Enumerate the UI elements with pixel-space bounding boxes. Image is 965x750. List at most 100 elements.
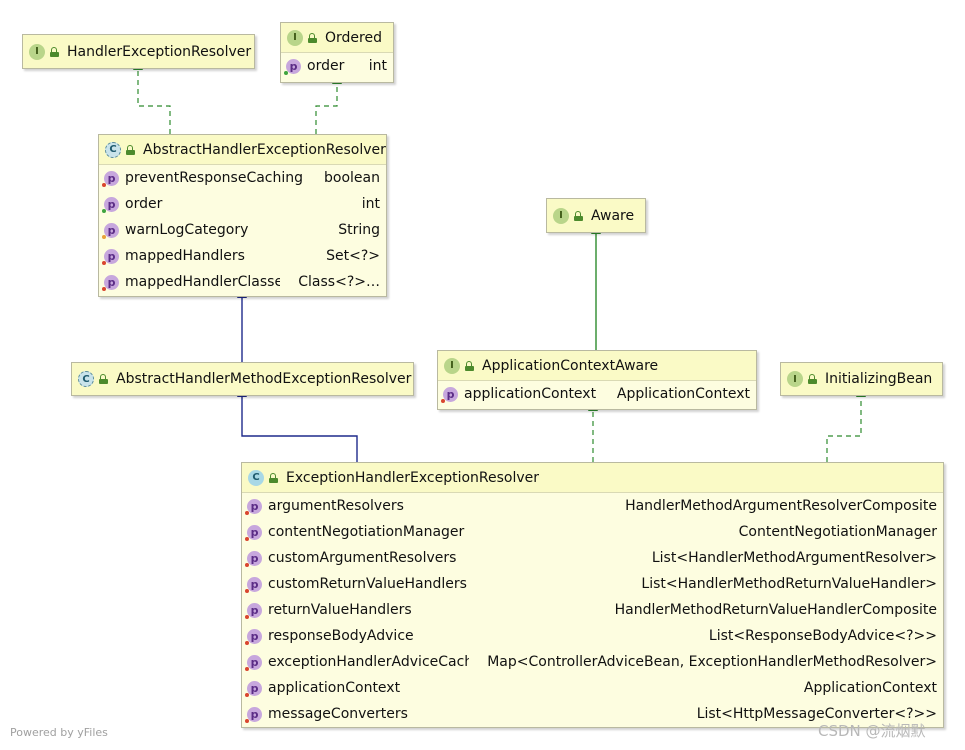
field-row[interactable]: p applicationContext ApplicationContext [438,381,756,407]
node-aware[interactable]: I Aware [546,198,646,233]
edge-implements-initializing-bean [826,387,866,462]
field-row[interactable]: p preventResponseCaching boolean [99,165,386,191]
property-icon: p [102,274,119,291]
field-row[interactable]: p customArgumentResolvers List<HandlerMeth… [242,545,943,571]
field-list: p applicationContext ApplicationContext [438,381,756,407]
field-row[interactable]: p mappedHandlerClasses Class<?>… [99,269,386,295]
node-header: I Aware [547,199,645,232]
lock-icon [269,472,278,483]
lock-icon [126,144,135,155]
field-row[interactable]: p contentNegotiationManager ContentNegotia… [242,519,943,545]
field-row[interactable]: p returnValueHandlers HandlerMethodReturnV… [242,597,943,623]
field-name: order [125,196,163,212]
node-abstract-handler-method-exception-resolver[interactable]: C AbstractHandlerMethodExceptionResolver [71,362,414,396]
property-icon: p [245,576,262,593]
field-name: order [307,58,345,74]
class-name: ExceptionHandlerExceptionResolver [286,469,540,486]
class-name: HandlerExceptionResolver [67,43,252,60]
visibility-private-icon [245,666,249,671]
interface-icon: I [29,43,45,60]
class-name: AbstractHandlerMethodExceptionResolver [116,371,412,387]
field-name: preventResponseCaching [125,170,304,186]
lock-icon [308,32,317,43]
field-type: HandlerMethodReturnValueHandlerComposite [614,602,937,618]
field-row[interactable]: p exceptionHandlerAdviceCache Map<Controll… [242,649,943,675]
property-icon: p [441,386,458,403]
node-initializing-bean[interactable]: I InitializingBean [780,362,943,396]
visibility-private-icon [245,692,249,697]
node-abstract-handler-exception-resolver[interactable]: C AbstractHandlerExceptionResolver p prev… [98,134,387,297]
visibility-private-icon [245,614,249,619]
field-name: customArgumentResolvers [268,550,457,566]
field-type: Set<?> [326,248,380,264]
property-icon: p [245,680,262,697]
field-type: ContentNegotiationManager [738,524,937,540]
field-list: p preventResponseCaching boolean p order int p… [99,165,386,295]
lock-icon [50,46,59,57]
lock-icon [465,360,474,371]
field-type: ApplicationContext [616,386,750,402]
field-row[interactable]: p order int [99,191,386,217]
field-name: responseBodyAdvice [268,628,414,644]
node-header: I HandlerExceptionResolver [23,35,254,68]
field-type: Map<ControllerAdviceBean, ExceptionHandl… [487,654,937,670]
node-header: I InitializingBean [781,363,942,395]
field-type: int [361,196,380,212]
edge-implements-handler-exception-resolver [133,60,171,134]
property-icon: p [102,248,119,265]
field-row[interactable]: p responseBodyAdvice List<ResponseBodyAdvi… [242,623,943,649]
field-name: customReturnValueHandlers [268,576,467,592]
class-name: ApplicationContextAware [482,357,659,374]
property-icon: p [102,196,119,213]
property-icon: p [245,602,262,619]
field-row[interactable]: p applicationContext ApplicationContext [242,675,943,701]
edge-extends-abstract-handler-method-exception-resolver [237,387,358,462]
visibility-private-icon [102,182,106,187]
field-type: String [338,222,380,238]
field-list: p order int [281,53,393,79]
visibility-public-icon [102,208,106,213]
abstract-class-icon: C [78,371,94,387]
csdn-watermark: CSDN @流烟默 [818,722,926,740]
interface-icon: I [787,371,803,387]
field-name: applicationContext [268,680,401,696]
class-name: Ordered [325,29,382,46]
visibility-private-icon [245,718,249,723]
property-icon: p [102,170,119,187]
lock-icon [808,374,817,384]
field-type: ApplicationContext [803,680,937,696]
interface-icon: I [287,29,303,46]
field-type: int [368,58,387,74]
node-exception-handler-exception-resolver[interactable]: C ExceptionHandlerExceptionResolver p arg… [241,462,944,728]
lock-icon [574,210,583,221]
field-name: applicationContext [464,386,597,402]
field-name: mappedHandlers [125,248,245,264]
field-type: List<HandlerMethodReturnValueHandler> [641,576,937,592]
visibility-private-icon [245,640,249,645]
node-application-context-aware[interactable]: I ApplicationContextAware p applicationCo… [437,350,757,410]
field-row[interactable]: p order int [281,53,393,79]
visibility-public-icon [284,70,288,75]
field-type: HandlerMethodArgumentResolverComposite [625,498,937,514]
visibility-private-icon [245,536,249,541]
visibility-private-icon [441,398,445,403]
node-handler-exception-resolver[interactable]: I HandlerExceptionResolver [22,34,255,69]
field-name: messageConverters [268,706,408,722]
field-row[interactable]: p mappedHandlers Set<?> [99,243,386,269]
field-type: Class<?>… [298,274,380,290]
node-header: C ExceptionHandlerExceptionResolver [242,463,943,493]
lock-icon [99,374,108,384]
node-header: C AbstractHandlerExceptionResolver [99,135,386,165]
visibility-private-icon [245,588,249,593]
property-icon: p [245,498,262,515]
field-type: List<ResponseBodyAdvice<?>> [708,628,937,644]
property-icon: p [245,550,262,567]
visibility-private-icon [102,260,106,265]
property-icon: p [284,58,301,75]
field-row[interactable]: p customReturnValueHandlers List<HandlerMe… [242,571,943,597]
field-row[interactable]: p warnLogCategory String [99,217,386,243]
field-type: List<HandlerMethodArgumentResolver> [651,550,937,566]
visibility-private-icon [102,286,106,291]
field-row[interactable]: p argumentResolvers HandlerMethodArgumentR… [242,493,943,519]
node-ordered[interactable]: I Ordered p order int [280,22,394,83]
